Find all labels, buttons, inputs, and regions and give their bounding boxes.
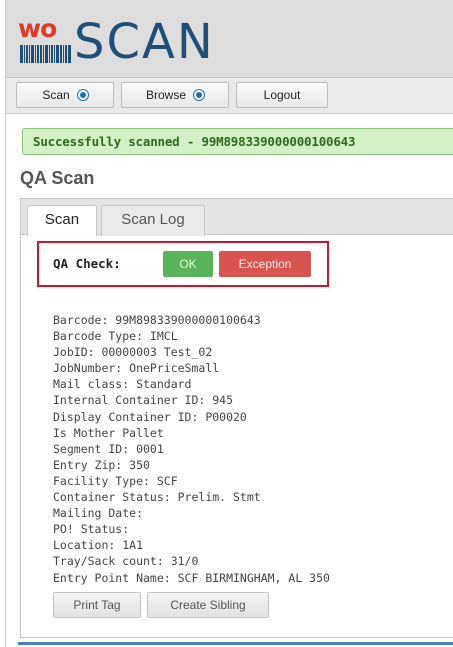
qa-check-label: QA Check: bbox=[53, 256, 121, 271]
create-sibling-button[interactable]: Create Sibling bbox=[147, 592, 269, 618]
detail-line: JobID: 00000003 Test_02 bbox=[53, 345, 213, 360]
detail-line: Is Mother Pallet bbox=[53, 425, 164, 440]
scan-details: Barcode: 99M898339000000100643 Barcode T… bbox=[53, 312, 330, 586]
detail-line: Facility Type: SCF bbox=[53, 473, 178, 488]
nav-browse-menu[interactable]: Browse bbox=[121, 82, 229, 108]
tab-bar: Scan Scan Log bbox=[21, 199, 453, 236]
detail-line: Display Container ID: P00020 bbox=[53, 409, 247, 424]
tab-scan-log[interactable]: Scan Log bbox=[101, 205, 205, 236]
nav-logout-label: Logout bbox=[263, 88, 301, 102]
nav-browse-label: Browse bbox=[145, 88, 186, 102]
detail-line: Container Status: Prelim. Stmt bbox=[53, 490, 261, 505]
bottom-divider bbox=[18, 642, 453, 645]
exception-button[interactable]: Exception bbox=[219, 251, 311, 277]
detail-line: Tray/Sack count: 31/0 bbox=[53, 554, 199, 569]
logo-prefix: wo bbox=[18, 14, 57, 43]
detail-line: Entry Zip: 350 bbox=[53, 457, 150, 472]
ok-button[interactable]: OK bbox=[163, 251, 213, 277]
detail-line: Location: 1A1 bbox=[53, 538, 144, 553]
dropdown-dot-icon bbox=[77, 90, 88, 100]
dropdown-dot-icon bbox=[194, 90, 204, 100]
tab-scan[interactable]: Scan bbox=[27, 205, 97, 236]
detail-line: Entry Point Name: SCF BIRMINGHAM, AL 350 bbox=[53, 570, 330, 585]
detail-line: JobNumber: OnePriceSmall bbox=[53, 361, 220, 376]
nav-scan-menu[interactable]: Scan bbox=[16, 82, 114, 108]
detail-line: Segment ID: 0001 bbox=[53, 441, 164, 456]
detail-line: Internal Container ID: 945 bbox=[53, 393, 234, 408]
print-tag-button[interactable]: Print Tag bbox=[53, 592, 141, 618]
detail-line: Barcode: 99M898339000000100643 bbox=[53, 313, 261, 327]
nav-scan-label: Scan bbox=[42, 88, 70, 102]
logo-main: SCAN bbox=[74, 14, 215, 70]
detail-line: Barcode Type: IMCL bbox=[53, 329, 178, 344]
woscan-logo: wo SCAN bbox=[18, 14, 268, 70]
qa-check-box: QA Check: OK Exception bbox=[37, 241, 329, 287]
page-title: QA Scan bbox=[20, 168, 95, 188]
app-header: wo SCAN bbox=[6, 0, 453, 78]
nav-logout-button[interactable]: Logout bbox=[236, 82, 328, 108]
detail-line: Mailing Date: bbox=[53, 506, 144, 521]
main-nav: Scan Browse Logout bbox=[6, 78, 453, 114]
scan-panel: Scan Scan Log QA Check: OK Exception Bar… bbox=[20, 198, 453, 638]
barcode-icon bbox=[20, 45, 72, 63]
detail-line: PO! Status: bbox=[53, 522, 130, 537]
success-alert: Successfully scanned - 99M89833900000010… bbox=[22, 128, 453, 155]
detail-line: Mail class: Standard bbox=[53, 377, 192, 392]
